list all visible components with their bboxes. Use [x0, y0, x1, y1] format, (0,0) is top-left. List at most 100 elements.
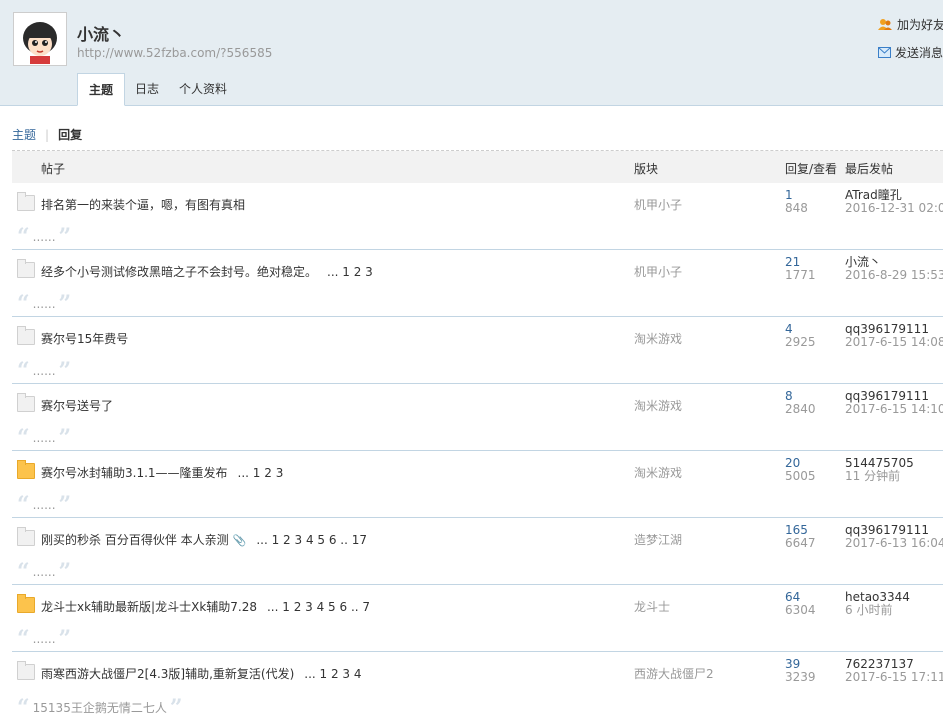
thread-title-link[interactable]: 赛尔号冰封辅助3.1.1——隆重发布	[41, 466, 228, 480]
quote-text[interactable]: ......	[33, 297, 56, 311]
reply-quote: “......”	[17, 626, 72, 652]
last-post-time[interactable]: 6 小时前	[845, 604, 910, 617]
table-row: 赛尔号送号了 淘米游戏 8 2840 qq396179111 2017-6-15 14:1…	[12, 384, 943, 451]
last-post-time[interactable]: 2017-6-15 14:08	[845, 336, 943, 349]
thread-title-link[interactable]: 排名第一的来装个逼，嗯，有图有真相	[41, 198, 245, 212]
table-row: 经多个小号测试修改黑暗之子不会封号。绝对稳定。 ... 1 2 3 机甲小子 21 17…	[12, 250, 943, 317]
table-row: 雨寒西游大战僵尸2[4.3版]辅助,重新复活(代发) ... 1 2 3 4 西游大…	[12, 652, 943, 721]
reply-view-stats: 1 848	[785, 189, 808, 215]
open-quote-icon: “	[17, 291, 30, 317]
board-link[interactable]: 机甲小子	[634, 263, 682, 280]
page-numbers[interactable]: ... 1 2 3 4	[304, 667, 361, 681]
last-post: qq396179111 2017-6-13 16:04	[845, 524, 943, 550]
last-post-time[interactable]: 2016-12-31 02:05	[845, 202, 943, 215]
page-numbers[interactable]: ... 1 2 3	[238, 466, 284, 480]
close-quote-icon: ”	[58, 224, 72, 250]
last-post: 小流丶 2016-8-29 15:53	[845, 256, 943, 282]
board-link[interactable]: 淘米游戏	[634, 464, 682, 481]
quote-text[interactable]: ......	[33, 498, 56, 512]
thread-title-link[interactable]: 雨寒西游大战僵尸2[4.3版]辅助,重新复活(代发)	[41, 667, 294, 681]
close-quote-icon: ”	[58, 358, 72, 384]
subtabs: 主题 | 回复	[12, 126, 82, 143]
board-link[interactable]: 西游大战僵尸2	[634, 665, 714, 682]
thread-title-cell: 赛尔号冰封辅助3.1.1——隆重发布 ... 1 2 3	[41, 464, 283, 481]
quote-text[interactable]: ......	[33, 230, 56, 244]
view-count: 6304	[785, 603, 816, 617]
profile-header: 小流丶 http://www.52fzba.com/?556585 加为好友 发…	[0, 0, 943, 106]
reply-quote: “......”	[17, 494, 71, 516]
thread-title-link[interactable]: 赛尔号15年费号	[41, 332, 128, 346]
tab-profile[interactable]: 个人资料	[169, 73, 237, 105]
open-quote-icon: “	[17, 358, 30, 384]
board-link[interactable]: 淘米游戏	[634, 330, 682, 347]
send-message-button[interactable]: 发送消息	[878, 44, 943, 61]
page-links[interactable]: ... 1 2 3	[319, 265, 373, 279]
open-quote-icon: “	[17, 694, 30, 721]
header-topic: 帖子	[41, 162, 66, 176]
tab-blog[interactable]: 日志	[125, 73, 169, 105]
board-link[interactable]: 淘米游戏	[634, 397, 682, 414]
avatar-image	[15, 14, 65, 64]
last-post: hetao3344 6 小时前	[845, 591, 910, 617]
view-count: 2840	[785, 402, 816, 416]
envelope-icon	[878, 47, 891, 58]
page-numbers[interactable]: ... 1 2 3 4 5 6 .. 17	[256, 533, 367, 547]
page-numbers[interactable]: ... 1 2 3 4 5 6 .. 7	[267, 600, 370, 614]
reply-view-stats: 165 6647	[785, 524, 816, 550]
page-links[interactable]: ... 1 2 3 4 5 6 .. 17	[248, 533, 367, 547]
reply-view-stats: 39 3239	[785, 658, 816, 684]
quote-text[interactable]: ......	[33, 632, 56, 646]
reply-view-stats: 4 2925	[785, 323, 816, 349]
add-friend-label: 加为好友	[897, 18, 943, 32]
folder-icon	[17, 594, 35, 613]
board-link[interactable]: 造梦江湖	[634, 531, 682, 548]
folder-icon	[17, 527, 35, 546]
board-link[interactable]: 机甲小子	[634, 196, 682, 213]
last-post-time[interactable]: 2017-6-15 14:10	[845, 403, 943, 416]
profile-url[interactable]: http://www.52fzba.com/?556585	[77, 46, 272, 60]
page-numbers[interactable]: ... 1 2 3	[327, 265, 373, 279]
thread-title-cell: 雨寒西游大战僵尸2[4.3版]辅助,重新复活(代发) ... 1 2 3 4	[41, 665, 362, 682]
add-friend-button[interactable]: 加为好友	[878, 16, 943, 33]
reply-quote: “......”	[17, 427, 71, 449]
page-links[interactable]: ... 1 2 3 4 5 6 .. 7	[259, 600, 370, 614]
thread-list: 排名第一的来装个逼，嗯，有图有真相 机甲小子 1 848 ATrad瞳孔 2016-12-…	[12, 183, 943, 721]
thread-title-cell: 赛尔号15年费号	[41, 330, 128, 347]
last-post-time[interactable]: 2017-6-15 17:11	[845, 671, 943, 684]
thread-title-link[interactable]: 刚买的秒杀 百分百得伙伴 本人亲测	[41, 533, 229, 547]
close-quote-icon: ”	[58, 291, 72, 317]
last-post-time[interactable]: 2017-6-13 16:04	[845, 537, 943, 550]
last-post-time[interactable]: 2016-8-29 15:53	[845, 269, 943, 282]
reply-view-stats: 8 2840	[785, 390, 816, 416]
reply-view-stats: 20 5005	[785, 457, 816, 483]
close-quote-icon: ”	[58, 626, 72, 652]
thread-title-link[interactable]: 经多个小号测试修改黑暗之子不会封号。绝对稳定。	[41, 265, 317, 279]
table-header: 帖子 版块 回复/查看 最后发帖	[12, 151, 943, 183]
folder-icon	[17, 192, 35, 211]
attachment-icon: 📎	[232, 534, 247, 547]
quote-text[interactable]: ......	[33, 565, 56, 579]
reply-quote: “......”	[17, 224, 72, 250]
open-quote-icon: “	[17, 626, 30, 652]
tab-topics[interactable]: 主题	[77, 73, 126, 106]
page-links[interactable]: ... 1 2 3	[230, 466, 284, 480]
subtab-replies[interactable]: 回复	[58, 126, 82, 143]
folder-icon	[17, 661, 35, 680]
header-stats: 回复/查看	[785, 162, 838, 176]
subtab-topics[interactable]: 主题	[12, 126, 36, 143]
open-quote-icon: “	[17, 224, 30, 250]
last-post-time[interactable]: 11 分钟前	[845, 470, 914, 483]
last-post: 762237137 2017-6-15 17:11	[845, 658, 943, 684]
thread-title-link[interactable]: 龙斗士xk辅助最新版|龙斗士Xk辅助7.28	[41, 600, 257, 614]
quote-text[interactable]: ......	[33, 431, 56, 445]
table-row: 赛尔号冰封辅助3.1.1——隆重发布 ... 1 2 3 淘米游戏 20 5005 514…	[12, 451, 943, 518]
header-last-post: 最后发帖	[845, 162, 894, 176]
quote-text[interactable]: 15135王企鹅无情二七人	[33, 699, 167, 716]
board-link[interactable]: 龙斗士	[634, 598, 670, 615]
quote-text[interactable]: ......	[33, 364, 56, 378]
thread-title-link[interactable]: 赛尔号送号了	[41, 399, 113, 413]
avatar[interactable]	[13, 12, 67, 66]
table-row: 排名第一的来装个逼，嗯，有图有真相 机甲小子 1 848 ATrad瞳孔 2016-12-…	[12, 183, 943, 250]
thread-table: 帖子 版块 回复/查看 最后发帖 排名第一的来装个逼，嗯，有图有真相 机甲小子 1 8…	[12, 150, 943, 721]
page-links[interactable]: ... 1 2 3 4	[296, 667, 361, 681]
